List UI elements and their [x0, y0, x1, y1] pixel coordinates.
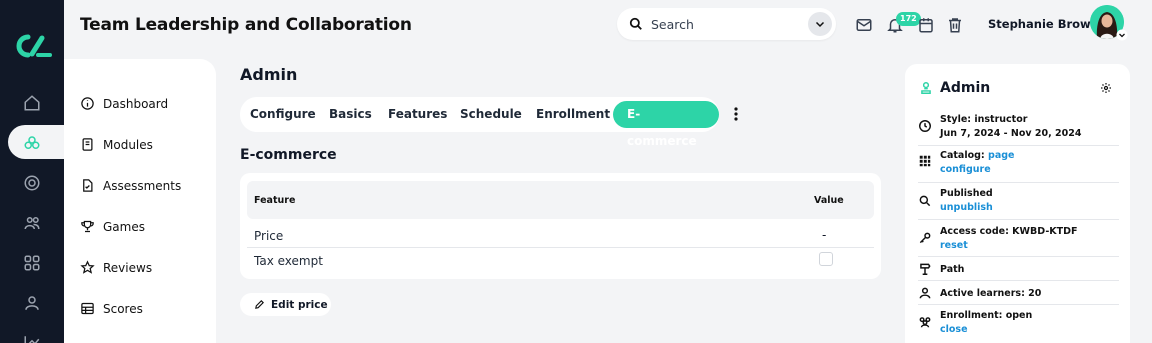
target-icon[interactable]	[22, 173, 42, 193]
pencil-icon	[255, 300, 264, 309]
learners-row: Active learners: 20	[918, 282, 1119, 305]
tab-basics[interactable]: Basics	[329, 107, 372, 121]
doc-icon	[83, 179, 93, 192]
user-icon[interactable]	[22, 293, 42, 313]
active-learners-label: Active learners: 20	[940, 288, 1042, 299]
tab-schedule[interactable]: Schedule	[460, 107, 522, 121]
style-row: Style: instructor Jun 7, 2024 - Nov 20, …	[918, 112, 1119, 146]
key-icon	[919, 232, 931, 244]
search-bar[interactable]: Search	[617, 8, 836, 40]
signpost-icon	[920, 263, 931, 275]
clock-icon	[919, 120, 931, 132]
style-label: Style: instructor	[940, 114, 1028, 125]
tax-exempt-checkbox[interactable]	[819, 252, 833, 266]
sidebar-item-label: Modules	[103, 137, 153, 152]
published-row: Published unpublish	[918, 184, 1119, 220]
ecommerce-table: Feature Value Price - Tax exempt	[240, 173, 881, 279]
value-cell: -	[822, 228, 827, 242]
search-icon	[629, 17, 642, 30]
edit-price-button[interactable]: Edit price	[240, 293, 331, 316]
edit-price-label: Edit price	[271, 298, 328, 311]
users-icon[interactable]	[22, 213, 42, 233]
feature-cell: Tax exempt	[254, 254, 323, 268]
sidebar-item-dashboard[interactable]: Dashboard	[80, 96, 168, 111]
date-range: Jun 7, 2024 - Nov 20, 2024	[940, 128, 1082, 139]
sidebar-item-label: Games	[103, 219, 145, 234]
tab-configure[interactable]: Configure	[250, 107, 316, 121]
catalog-label: Catalog:	[940, 150, 985, 161]
trophy-icon	[81, 220, 94, 233]
unpublish-link[interactable]: unpublish	[940, 202, 993, 213]
sidebar-item-games[interactable]: Games	[80, 219, 145, 234]
tab-features[interactable]: Features	[388, 107, 447, 121]
nav-rail	[0, 0, 72, 343]
tab-bar: Configure Basics Features Schedule Enrol…	[240, 97, 719, 148]
access-code-row: Access code: KWBD-KTDF reset	[918, 221, 1119, 257]
close-enrollment-link[interactable]: close	[940, 324, 968, 335]
reset-link[interactable]: reset	[940, 240, 968, 251]
table-row: Tax exempt	[247, 247, 874, 273]
home-icon[interactable]	[22, 93, 42, 113]
main-heading: Admin	[240, 65, 298, 84]
path-label: Path	[940, 264, 965, 275]
gear-icon[interactable]	[1100, 82, 1112, 94]
feature-cell: Price	[254, 229, 284, 243]
enrollment-row: Enrollment: open close	[918, 306, 1119, 343]
star-icon	[80, 260, 95, 274]
table-icon	[81, 302, 94, 315]
book-icon	[82, 138, 93, 151]
enrollment-label: Enrollment: open	[940, 310, 1033, 321]
profile-chevron-icon[interactable]	[1116, 29, 1128, 41]
more-options-icon[interactable]	[733, 106, 739, 122]
sidebar-item-label: Reviews	[103, 260, 153, 275]
published-label: Published	[940, 188, 993, 199]
panel-title: Admin	[940, 80, 991, 96]
sidebar-item-label: Scores	[103, 301, 143, 316]
section-title: E-commerce	[240, 147, 337, 163]
sidebar-item-label: Assessments	[103, 178, 182, 193]
path-row: Path	[918, 258, 1119, 281]
chart-icon[interactable]	[22, 333, 42, 343]
mail-icon[interactable]	[855, 16, 873, 34]
modules-icon[interactable]	[22, 133, 42, 153]
user-name[interactable]: Stephanie Brown	[988, 17, 1099, 31]
search-input[interactable]: Search	[651, 17, 694, 32]
calendar-icon[interactable]	[917, 16, 935, 34]
user-icon	[919, 287, 931, 299]
admin-icon	[921, 82, 931, 94]
tab-enrollment[interactable]: Enrollment	[536, 107, 610, 121]
column-header-feature: Feature	[254, 195, 296, 206]
table-row: Price -	[247, 222, 874, 248]
catalog-page-link[interactable]: page	[988, 150, 1014, 161]
search-scope-dropdown[interactable]	[808, 12, 832, 36]
users-icon	[919, 317, 931, 328]
access-code-label: Access code: KWBD-KTDF	[940, 226, 1078, 237]
sidebar-item-reviews[interactable]: Reviews	[80, 260, 152, 275]
catalog-configure-link[interactable]: configure	[940, 164, 991, 175]
search-icon	[919, 195, 931, 207]
catalog-icon	[919, 155, 931, 167]
sidebar-item-modules[interactable]: Modules	[80, 137, 153, 152]
sidebar-item-assessments[interactable]: Assessments	[80, 178, 181, 193]
tab-ecommerce[interactable]: E-commerce	[613, 101, 719, 148]
app-logo[interactable]	[12, 33, 52, 59]
table-header: Feature Value	[247, 181, 874, 219]
sidebar-item-scores[interactable]: Scores	[80, 301, 143, 316]
info-icon	[81, 97, 94, 110]
apps-icon[interactable]	[22, 253, 42, 273]
catalog-row: Catalog: page configure	[918, 147, 1119, 183]
sidebar-item-label: Dashboard	[103, 96, 169, 111]
trash-icon[interactable]	[946, 16, 964, 34]
page-title: Team Leadership and Collaboration	[80, 15, 412, 35]
chevron-down-icon	[815, 21, 825, 28]
column-header-value: Value	[814, 195, 844, 206]
